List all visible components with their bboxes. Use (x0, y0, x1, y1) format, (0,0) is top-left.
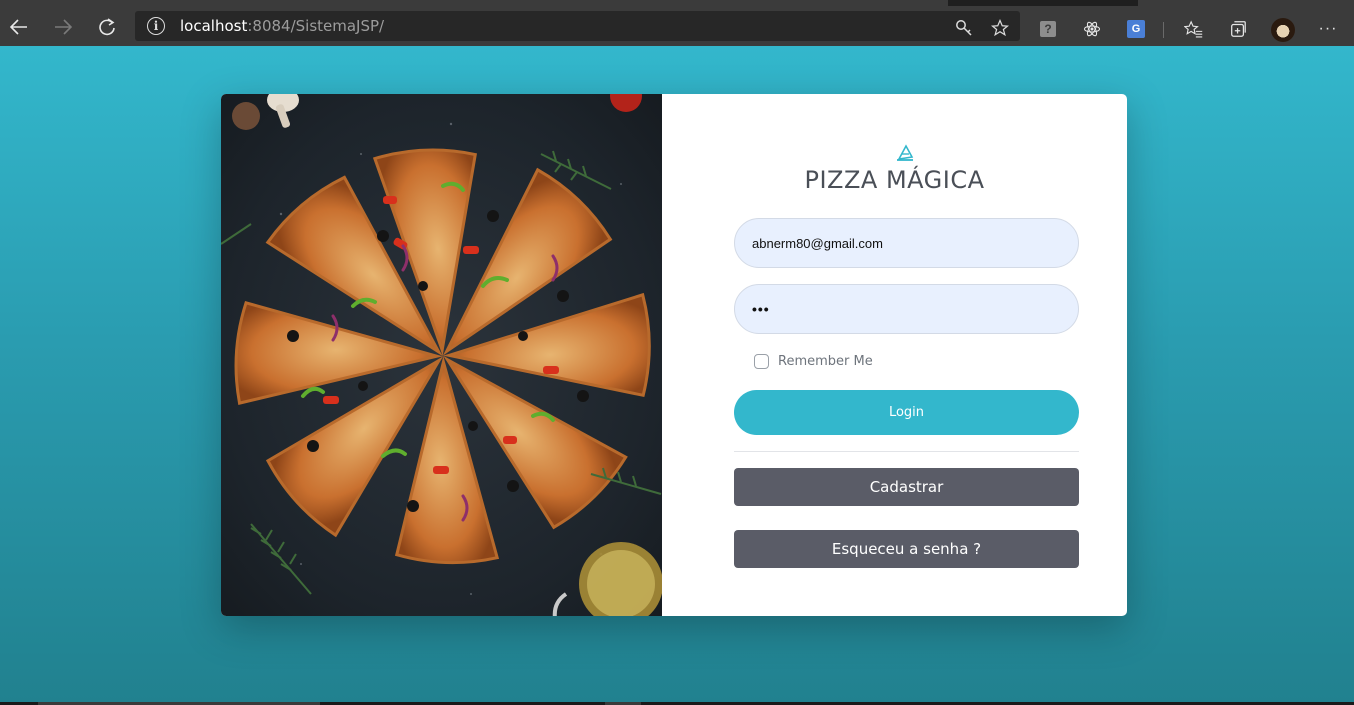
remember-me[interactable]: Remember Me (754, 354, 873, 369)
page-viewport: PIZZA MÁGICA Remember Me Login Cadastrar… (0, 46, 1354, 702)
brand-title: PIZZA MÁGICA (804, 166, 985, 194)
remember-me-label: Remember Me (778, 354, 873, 369)
react-extension-icon[interactable] (1082, 19, 1102, 39)
pizza-illustration (221, 94, 662, 616)
collections-icon[interactable] (1228, 19, 1248, 39)
profile-avatar[interactable] (1271, 18, 1295, 42)
star-icon[interactable] (989, 17, 1011, 39)
browser-tab-strip (1138, 0, 1354, 6)
toolbar-separator (1163, 22, 1164, 38)
translate-extension-icon[interactable]: G (1127, 20, 1145, 38)
logo-icon (896, 144, 916, 162)
more-icon[interactable]: ··· (1318, 19, 1338, 39)
back-arrow-icon[interactable] (5, 15, 33, 39)
login-form: PIZZA MÁGICA Remember Me Login Cadastrar… (662, 94, 1127, 616)
url-path: :8084/SistemaJSP/ (247, 17, 385, 35)
forward-arrow-icon[interactable] (49, 15, 77, 39)
refresh-icon[interactable] (93, 15, 121, 39)
browser-tab-strip (0, 0, 948, 6)
login-card: PIZZA MÁGICA Remember Me Login Cadastrar… (221, 94, 1127, 616)
register-button[interactable]: Cadastrar (734, 468, 1079, 506)
login-button[interactable]: Login (734, 390, 1079, 435)
address-url: localhost:8084/SistemaJSP/ (180, 17, 384, 35)
favorites-icon[interactable] (1183, 19, 1203, 39)
key-icon[interactable] (953, 17, 975, 39)
address-bar[interactable]: i localhost:8084/SistemaJSP/ (135, 11, 1020, 41)
info-icon[interactable]: i (147, 17, 165, 35)
browser-toolbar: i localhost:8084/SistemaJSP/ ? G ··· (0, 0, 1354, 46)
remember-me-checkbox[interactable] (754, 354, 769, 369)
forgot-password-button[interactable]: Esqueceu a senha ? (734, 530, 1079, 568)
help-extension-icon[interactable]: ? (1040, 21, 1056, 37)
password-field[interactable] (734, 284, 1079, 334)
email-field[interactable] (734, 218, 1079, 268)
form-divider (734, 451, 1079, 452)
url-host: localhost (180, 17, 248, 35)
pizza-photo (221, 94, 662, 616)
